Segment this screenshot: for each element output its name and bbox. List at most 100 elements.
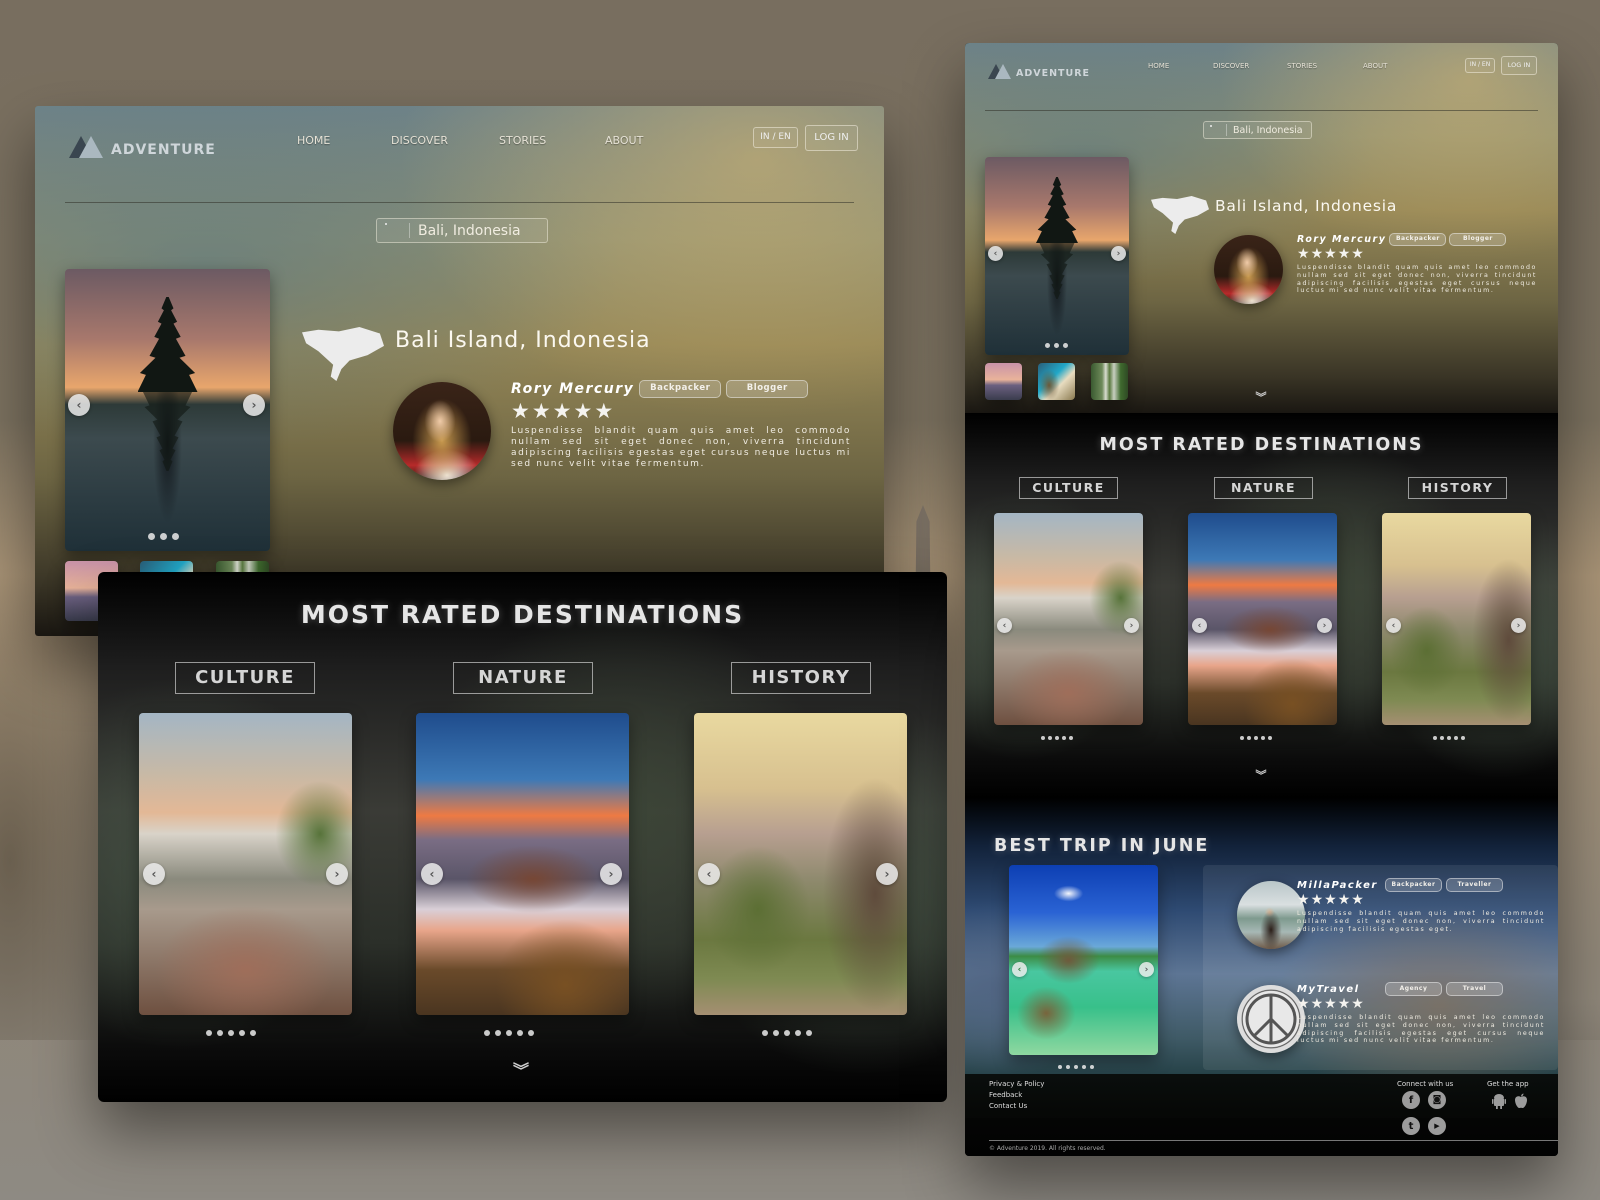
footer-link-feedback[interactable]: Feedback [989,1090,1044,1101]
category-culture[interactable]: CULTURE [175,662,315,694]
double-chevron-down-icon[interactable]: ︾ [1249,392,1273,402]
carousel-dot[interactable] [1069,736,1073,740]
carousel-dot[interactable] [1261,736,1265,740]
carousel-dot[interactable] [1447,736,1451,740]
hero-next-button[interactable]: › [243,394,265,416]
brand-logo[interactable]: ADVENTURE [69,134,216,158]
history-next-button[interactable]: › [1511,618,1526,633]
category-nature[interactable]: NATURE [1214,477,1313,499]
category-nature[interactable]: NATURE [453,662,593,694]
nav-discover[interactable]: DISCOVER [391,134,448,147]
nature-prev-button[interactable]: ‹ [421,863,443,885]
carousel-dot[interactable] [806,1030,812,1036]
carousel-dot[interactable] [148,533,155,540]
hero-prev-button[interactable]: ‹ [988,246,1003,261]
carousel-dot[interactable] [1090,1065,1094,1069]
carousel-dot[interactable] [1240,736,1244,740]
carousel-dot[interactable] [495,1030,501,1036]
carousel-dot[interactable] [773,1030,779,1036]
carousel-dot[interactable] [250,1030,256,1036]
carousel-dot[interactable] [1062,736,1066,740]
author-name[interactable]: Rory Mercury [1297,234,1386,245]
nav-home[interactable]: HOME [1148,62,1169,70]
history-card-image[interactable] [1382,513,1531,725]
category-history[interactable]: HISTORY [731,662,871,694]
author-avatar[interactable] [1214,235,1283,304]
login-button[interactable]: LOG IN [1501,56,1537,75]
nav-stories[interactable]: STORIES [499,134,546,147]
nav-discover[interactable]: DISCOVER [1213,62,1249,70]
carousel-dot[interactable] [1058,1065,1062,1069]
carousel-dot[interactable] [506,1030,512,1036]
carousel-dot[interactable] [1440,736,1444,740]
carousel-dot[interactable] [1054,343,1059,348]
carousel-dot[interactable] [1045,343,1050,348]
nav-about[interactable]: ABOUT [1363,62,1387,70]
culture-prev-button[interactable]: ‹ [143,863,165,885]
instagram-icon[interactable]: ◙ [1428,1091,1446,1109]
carousel-dot[interactable] [239,1030,245,1036]
login-button[interactable]: LOG IN [805,125,858,151]
carousel-dot[interactable] [1454,736,1458,740]
facebook-icon[interactable]: f [1402,1091,1420,1109]
carousel-dot[interactable] [1268,736,1272,740]
hero-thumbnail-2[interactable] [1038,363,1075,400]
search-bar[interactable]: Bali, Indonesia [376,218,548,243]
history-next-button[interactable]: › [876,863,898,885]
hero-thumbnail-1[interactable] [985,363,1022,400]
hero-thumbnail-3[interactable] [1091,363,1128,400]
nav-home[interactable]: HOME [297,134,330,147]
carousel-dot[interactable] [784,1030,790,1036]
nav-stories[interactable]: STORIES [1287,62,1317,70]
carousel-dot[interactable] [1063,343,1068,348]
best-trip-next-button[interactable]: › [1139,962,1154,977]
android-icon[interactable] [1492,1093,1506,1109]
carousel-dot[interactable] [1433,736,1437,740]
carousel-dot[interactable] [1461,736,1465,740]
carousel-dot[interactable] [172,533,179,540]
carousel-dot[interactable] [762,1030,768,1036]
author-avatar[interactable] [393,382,491,480]
best-trip-prev-button[interactable]: ‹ [1012,962,1027,977]
carousel-dot[interactable] [1074,1065,1078,1069]
review-avatar-millapacker[interactable] [1237,881,1305,949]
category-history[interactable]: HISTORY [1408,477,1507,499]
youtube-icon[interactable]: ▶ [1428,1117,1446,1135]
carousel-dot[interactable] [528,1030,534,1036]
carousel-dot[interactable] [517,1030,523,1036]
hero-next-button[interactable]: › [1111,246,1126,261]
carousel-dot[interactable] [160,533,167,540]
search-bar[interactable]: Bali, Indonesia [1203,121,1312,139]
footer-link-privacy[interactable]: Privacy & Policy [989,1079,1044,1090]
double-chevron-down-icon[interactable]: ︾ [506,1063,536,1079]
language-toggle[interactable]: IN / EN [1465,58,1495,73]
nature-card-image[interactable] [416,713,629,1015]
culture-card-image[interactable] [994,513,1143,725]
double-chevron-down-icon[interactable]: ︾ [1249,770,1273,780]
nature-next-button[interactable]: › [1317,618,1332,633]
carousel-dot[interactable] [1055,736,1059,740]
category-culture[interactable]: CULTURE [1019,477,1118,499]
hero-prev-button[interactable]: ‹ [68,394,90,416]
culture-next-button[interactable]: › [326,863,348,885]
history-card-image[interactable] [694,713,907,1015]
culture-card-image[interactable] [139,713,352,1015]
twitter-icon[interactable]: t [1402,1117,1420,1135]
carousel-dot[interactable] [484,1030,490,1036]
footer-link-contact[interactable]: Contact Us [989,1101,1044,1112]
nav-about[interactable]: ABOUT [605,134,643,147]
carousel-dot[interactable] [795,1030,801,1036]
reviewer-name[interactable]: MyTravel [1297,984,1381,995]
nature-next-button[interactable]: › [600,863,622,885]
carousel-dot[interactable] [217,1030,223,1036]
culture-next-button[interactable]: › [1124,618,1139,633]
carousel-dot[interactable] [1041,736,1045,740]
carousel-dot[interactable] [1048,736,1052,740]
history-prev-button[interactable]: ‹ [1386,618,1401,633]
carousel-dot[interactable] [206,1030,212,1036]
brand-logo[interactable]: ADVENTURE [988,63,1090,79]
carousel-dot[interactable] [1247,736,1251,740]
history-prev-button[interactable]: ‹ [698,863,720,885]
reviewer-name[interactable]: MillaPacker [1297,880,1381,891]
nature-prev-button[interactable]: ‹ [1192,618,1207,633]
